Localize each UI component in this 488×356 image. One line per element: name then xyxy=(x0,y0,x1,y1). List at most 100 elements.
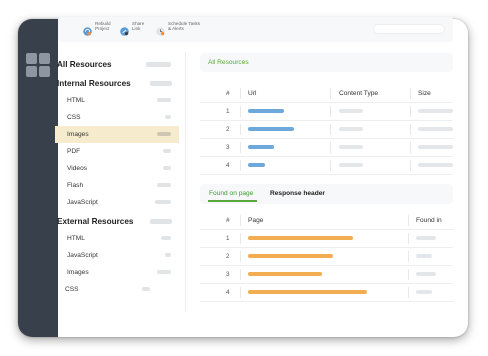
toolbar: Rebuild Project Share Link Schedule Tasks &… xyxy=(58,17,453,42)
sidebar-item-label: Flash xyxy=(67,182,84,189)
resources-table: # Url Content Type Size 1 2 3 4 xyxy=(200,85,453,175)
sidebar-item-label: Images xyxy=(67,131,89,138)
column-header-url[interactable]: Url xyxy=(248,85,256,102)
sidebar-item-label: CSS xyxy=(65,286,79,293)
row-number: 2 xyxy=(226,126,230,133)
column-header-found-in[interactable]: Found in xyxy=(416,212,442,229)
sidebar-item-label: JavaScript xyxy=(67,199,98,206)
column-header-number: # xyxy=(226,217,230,224)
content-type-placeholder xyxy=(339,163,363,167)
schedule-tasks-button[interactable]: Schedule Tasks & Alerts xyxy=(156,21,200,36)
share-label-2: Link xyxy=(132,26,141,31)
found-in-placeholder xyxy=(416,236,436,240)
sidebar-item-label: PDF xyxy=(67,148,81,155)
app-logo-icon[interactable] xyxy=(26,53,52,79)
share-link-button[interactable]: Share Link xyxy=(120,21,144,36)
sidebar-item-flash[interactable]: Flash xyxy=(55,177,179,194)
sidebar-item-ext-css[interactable]: CSS xyxy=(55,281,179,298)
content-type-placeholder xyxy=(339,109,363,113)
count-badge xyxy=(157,132,171,136)
table-header: # Url Content Type Size xyxy=(200,85,453,103)
sidebar-all-resources[interactable]: All Resources xyxy=(55,56,179,73)
page-bar xyxy=(248,272,322,276)
sidebar-item-css[interactable]: CSS xyxy=(55,109,179,126)
tab-response-header[interactable]: Response header xyxy=(270,190,325,197)
column-header-page[interactable]: Page xyxy=(248,212,263,229)
url-bar xyxy=(248,145,274,149)
sidebar-item-pdf[interactable]: PDF xyxy=(55,143,179,160)
schedule-label-2: & Alerts xyxy=(168,26,184,31)
row-number: 4 xyxy=(226,289,230,296)
table-row[interactable]: 1 xyxy=(200,103,453,121)
sidebar-item-label: CSS xyxy=(67,114,81,121)
page-bar xyxy=(248,290,367,294)
sidebar-item-images[interactable]: Images xyxy=(55,126,179,143)
rebuild-project-button[interactable]: Rebuild Project xyxy=(83,21,111,36)
resources-panel-title: All Resources xyxy=(208,59,249,66)
sidebar-item-ext-html[interactable]: HTML xyxy=(55,230,179,247)
resources-panel-header: All Resources xyxy=(200,53,453,72)
sidebar-item-label: HTML xyxy=(67,97,85,104)
pane-divider xyxy=(185,52,186,312)
size-placeholder xyxy=(418,145,453,149)
content-type-placeholder xyxy=(339,145,363,149)
sidebar-item-javascript[interactable]: JavaScript xyxy=(55,194,179,211)
page-bar xyxy=(248,254,333,258)
active-tab-indicator xyxy=(208,200,257,202)
rebuild-label-2: Project xyxy=(95,26,110,31)
refresh-icon xyxy=(83,23,92,36)
sidebar-item-ext-images[interactable]: Images xyxy=(55,264,179,281)
count-badge xyxy=(161,236,171,240)
sidebar-internal-resources-label: Internal Resources xyxy=(57,79,131,88)
sidebar-item-label: HTML xyxy=(67,235,85,242)
found-in-placeholder xyxy=(416,254,432,258)
url-bar xyxy=(248,127,294,131)
sidebar-item-ext-javascript[interactable]: JavaScript xyxy=(55,247,179,264)
count-badge xyxy=(146,62,171,67)
pages-panel-tabs: Found on page Response header xyxy=(200,184,453,204)
row-number: 3 xyxy=(226,271,230,278)
column-header-number: # xyxy=(226,90,230,97)
sidebar-external-resources[interactable]: External Resources xyxy=(55,213,179,230)
table-row[interactable]: 4 xyxy=(200,157,453,175)
count-badge xyxy=(157,270,171,274)
schedule-alert-icon xyxy=(156,23,165,36)
search-input[interactable] xyxy=(373,24,445,34)
column-header-content-type[interactable]: Content Type xyxy=(339,85,378,102)
table-row[interactable]: 2 xyxy=(200,248,453,266)
count-badge xyxy=(155,200,171,204)
page-bar xyxy=(248,236,353,240)
count-badge xyxy=(150,81,172,86)
table-row[interactable]: 1 xyxy=(200,230,453,248)
table-row[interactable]: 4 xyxy=(200,284,453,302)
share-link-icon xyxy=(120,23,129,36)
sidebar-item-html[interactable]: HTML xyxy=(55,92,179,109)
row-number: 3 xyxy=(226,144,230,151)
pages-table: # Page Found in 1 2 3 4 xyxy=(200,212,453,302)
sidebar-item-label: JavaScript xyxy=(67,252,98,259)
tab-found-on-page[interactable]: Found on page xyxy=(209,190,253,197)
count-badge xyxy=(163,166,171,170)
row-number: 2 xyxy=(226,253,230,260)
sidebar-internal-resources[interactable]: Internal Resources xyxy=(55,75,179,92)
table-header: # Page Found in xyxy=(200,212,453,230)
sidebar-item-label: Images xyxy=(67,269,89,276)
row-number: 1 xyxy=(226,235,230,242)
table-row[interactable]: 3 xyxy=(200,266,453,284)
count-badge xyxy=(142,287,150,291)
count-badge xyxy=(163,149,171,153)
app-rail xyxy=(18,19,58,337)
size-placeholder xyxy=(418,109,453,113)
found-in-placeholder xyxy=(416,290,432,294)
row-number: 1 xyxy=(226,108,230,115)
column-header-size[interactable]: Size xyxy=(418,85,431,102)
count-badge xyxy=(157,98,171,102)
sidebar-item-videos[interactable]: Videos xyxy=(55,160,179,177)
sidebar-all-resources-label: All Resources xyxy=(57,60,112,69)
size-placeholder xyxy=(418,127,453,131)
table-row[interactable]: 2 xyxy=(200,121,453,139)
resource-sidebar: All Resources Internal Resources HTML CS… xyxy=(55,56,179,298)
size-placeholder xyxy=(418,163,453,167)
sidebar-item-label: Videos xyxy=(67,165,88,172)
table-row[interactable]: 3 xyxy=(200,139,453,157)
